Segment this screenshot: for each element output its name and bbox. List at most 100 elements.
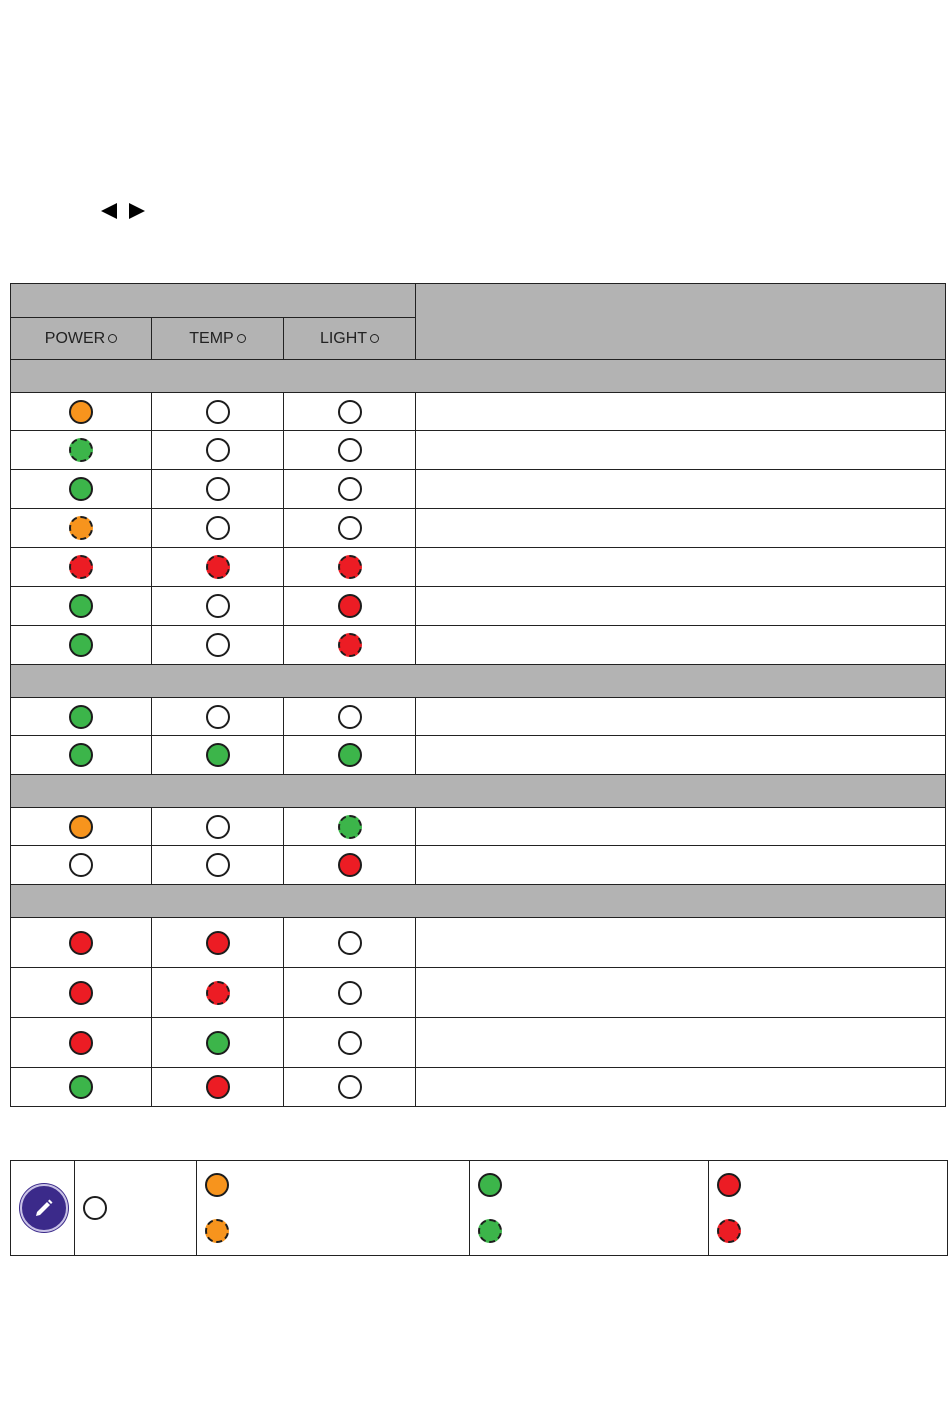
light-indicator-cell: [282, 1017, 417, 1068]
temp-indicator-cell: [151, 625, 284, 665]
temp-indicator-header: TEMP: [151, 317, 284, 360]
red-led-icon: [69, 930, 93, 955]
table-row: [10, 807, 947, 846]
power-indicator-cell: [10, 430, 152, 470]
green-led-icon: [478, 1173, 502, 1197]
power-indicator-cell: [10, 967, 152, 1018]
pencil-note-icon: [20, 1184, 68, 1232]
off-led-icon: [337, 930, 362, 955]
off-led-icon: [337, 704, 362, 729]
off-led-icon: [337, 1030, 362, 1055]
red-led-icon: [205, 930, 230, 955]
power-indicator-header: POWER: [10, 317, 152, 360]
red-flashing-led-icon: [69, 555, 93, 579]
red-flashing-led-icon: [717, 1219, 741, 1243]
temp-led-icon: [236, 334, 246, 343]
temp-indicator-cell: [151, 392, 284, 431]
light-indicator-cell: [282, 469, 417, 509]
temp-indicator-cell: [151, 807, 284, 846]
power-indicator-cell: [10, 845, 152, 885]
power-indicator-cell: [10, 697, 152, 736]
light-indicator-cell: [282, 625, 417, 665]
legend-orange-cell: [196, 1160, 470, 1256]
green-led-icon: [69, 1075, 93, 1099]
arrow-left-icon: [101, 203, 117, 219]
light-indicator-cell: [282, 430, 417, 470]
temp-label: TEMP: [189, 329, 234, 347]
temp-indicator-cell: [151, 469, 284, 509]
table-row: [10, 917, 947, 968]
table-row: [10, 392, 947, 431]
light-indicator-cell: [282, 807, 417, 846]
green-led-icon: [69, 743, 93, 767]
red-flashing-led-icon: [205, 980, 230, 1005]
off-led-icon: [205, 594, 230, 618]
left-right-arrow-keys: [101, 200, 145, 222]
status-description-cell: [415, 917, 947, 968]
status-description-cell: [415, 697, 947, 736]
orange-flashing-led-icon: [205, 1219, 229, 1243]
indicator-status-body: [9, 359, 947, 1107]
power-label: POWER: [44, 329, 106, 347]
light-led-icon: [370, 334, 380, 343]
temp-indicator-cell: [151, 508, 284, 548]
green-led-icon: [205, 1030, 230, 1055]
led-legend-note: [10, 1160, 948, 1256]
green-flashing-led-icon: [69, 438, 93, 462]
section-header-row: [9, 774, 947, 808]
section-header-row: [9, 664, 947, 698]
light-indicator-cell: [282, 547, 417, 587]
power-indicator-cell: [10, 586, 152, 626]
off-led-icon: [83, 1196, 107, 1220]
off-led-icon: [205, 633, 230, 657]
green-led-icon: [69, 704, 93, 729]
orange-led-icon: [205, 1173, 229, 1197]
status-description-cell: [415, 586, 947, 626]
light-label: LIGHT: [319, 329, 368, 347]
off-led-icon: [69, 853, 93, 877]
off-led-icon: [337, 399, 362, 424]
orange-led-icon: [69, 399, 93, 424]
status-description-cell: [415, 392, 947, 431]
status-description-cell: [415, 625, 947, 665]
off-led-icon: [205, 477, 230, 501]
green-led-icon: [69, 594, 93, 618]
status-description-cell: [415, 1067, 947, 1107]
table-row: [10, 735, 947, 775]
temp-indicator-cell: [151, 697, 284, 736]
indicator-group-header: [9, 283, 417, 318]
off-led-icon: [205, 814, 230, 839]
power-indicator-cell: [10, 469, 152, 509]
green-flashing-led-icon: [337, 814, 362, 839]
power-indicator-cell: [10, 508, 152, 548]
power-indicator-cell: [10, 625, 152, 665]
light-indicator-cell: [282, 697, 417, 736]
light-indicator-cell: [282, 967, 417, 1018]
off-led-icon: [337, 1075, 362, 1099]
table-row: [10, 547, 947, 587]
power-indicator-cell: [10, 392, 152, 431]
off-led-icon: [337, 980, 362, 1005]
section-header-row: [9, 884, 947, 918]
light-indicator-cell: [282, 508, 417, 548]
green-flashing-led-icon: [478, 1219, 502, 1243]
orange-led-icon: [69, 814, 93, 839]
off-led-icon: [205, 704, 230, 729]
off-led-icon: [337, 477, 362, 501]
power-indicator-cell: [10, 547, 152, 587]
power-led-icon: [108, 334, 118, 343]
status-description-cell: [415, 845, 947, 885]
status-description-cell: [415, 967, 947, 1018]
red-led-icon: [205, 1075, 230, 1099]
status-description-cell: [415, 735, 947, 775]
status-description-cell: [415, 547, 947, 587]
table-row: [10, 625, 947, 665]
legend-red-cell: [708, 1160, 948, 1256]
red-led-icon: [717, 1173, 741, 1197]
table-row: [10, 469, 947, 509]
orange-flashing-led-icon: [69, 516, 93, 540]
power-indicator-cell: [10, 1067, 152, 1107]
note-icon-cell: [10, 1160, 75, 1256]
power-indicator-cell: [10, 1017, 152, 1068]
light-indicator-cell: [282, 586, 417, 626]
